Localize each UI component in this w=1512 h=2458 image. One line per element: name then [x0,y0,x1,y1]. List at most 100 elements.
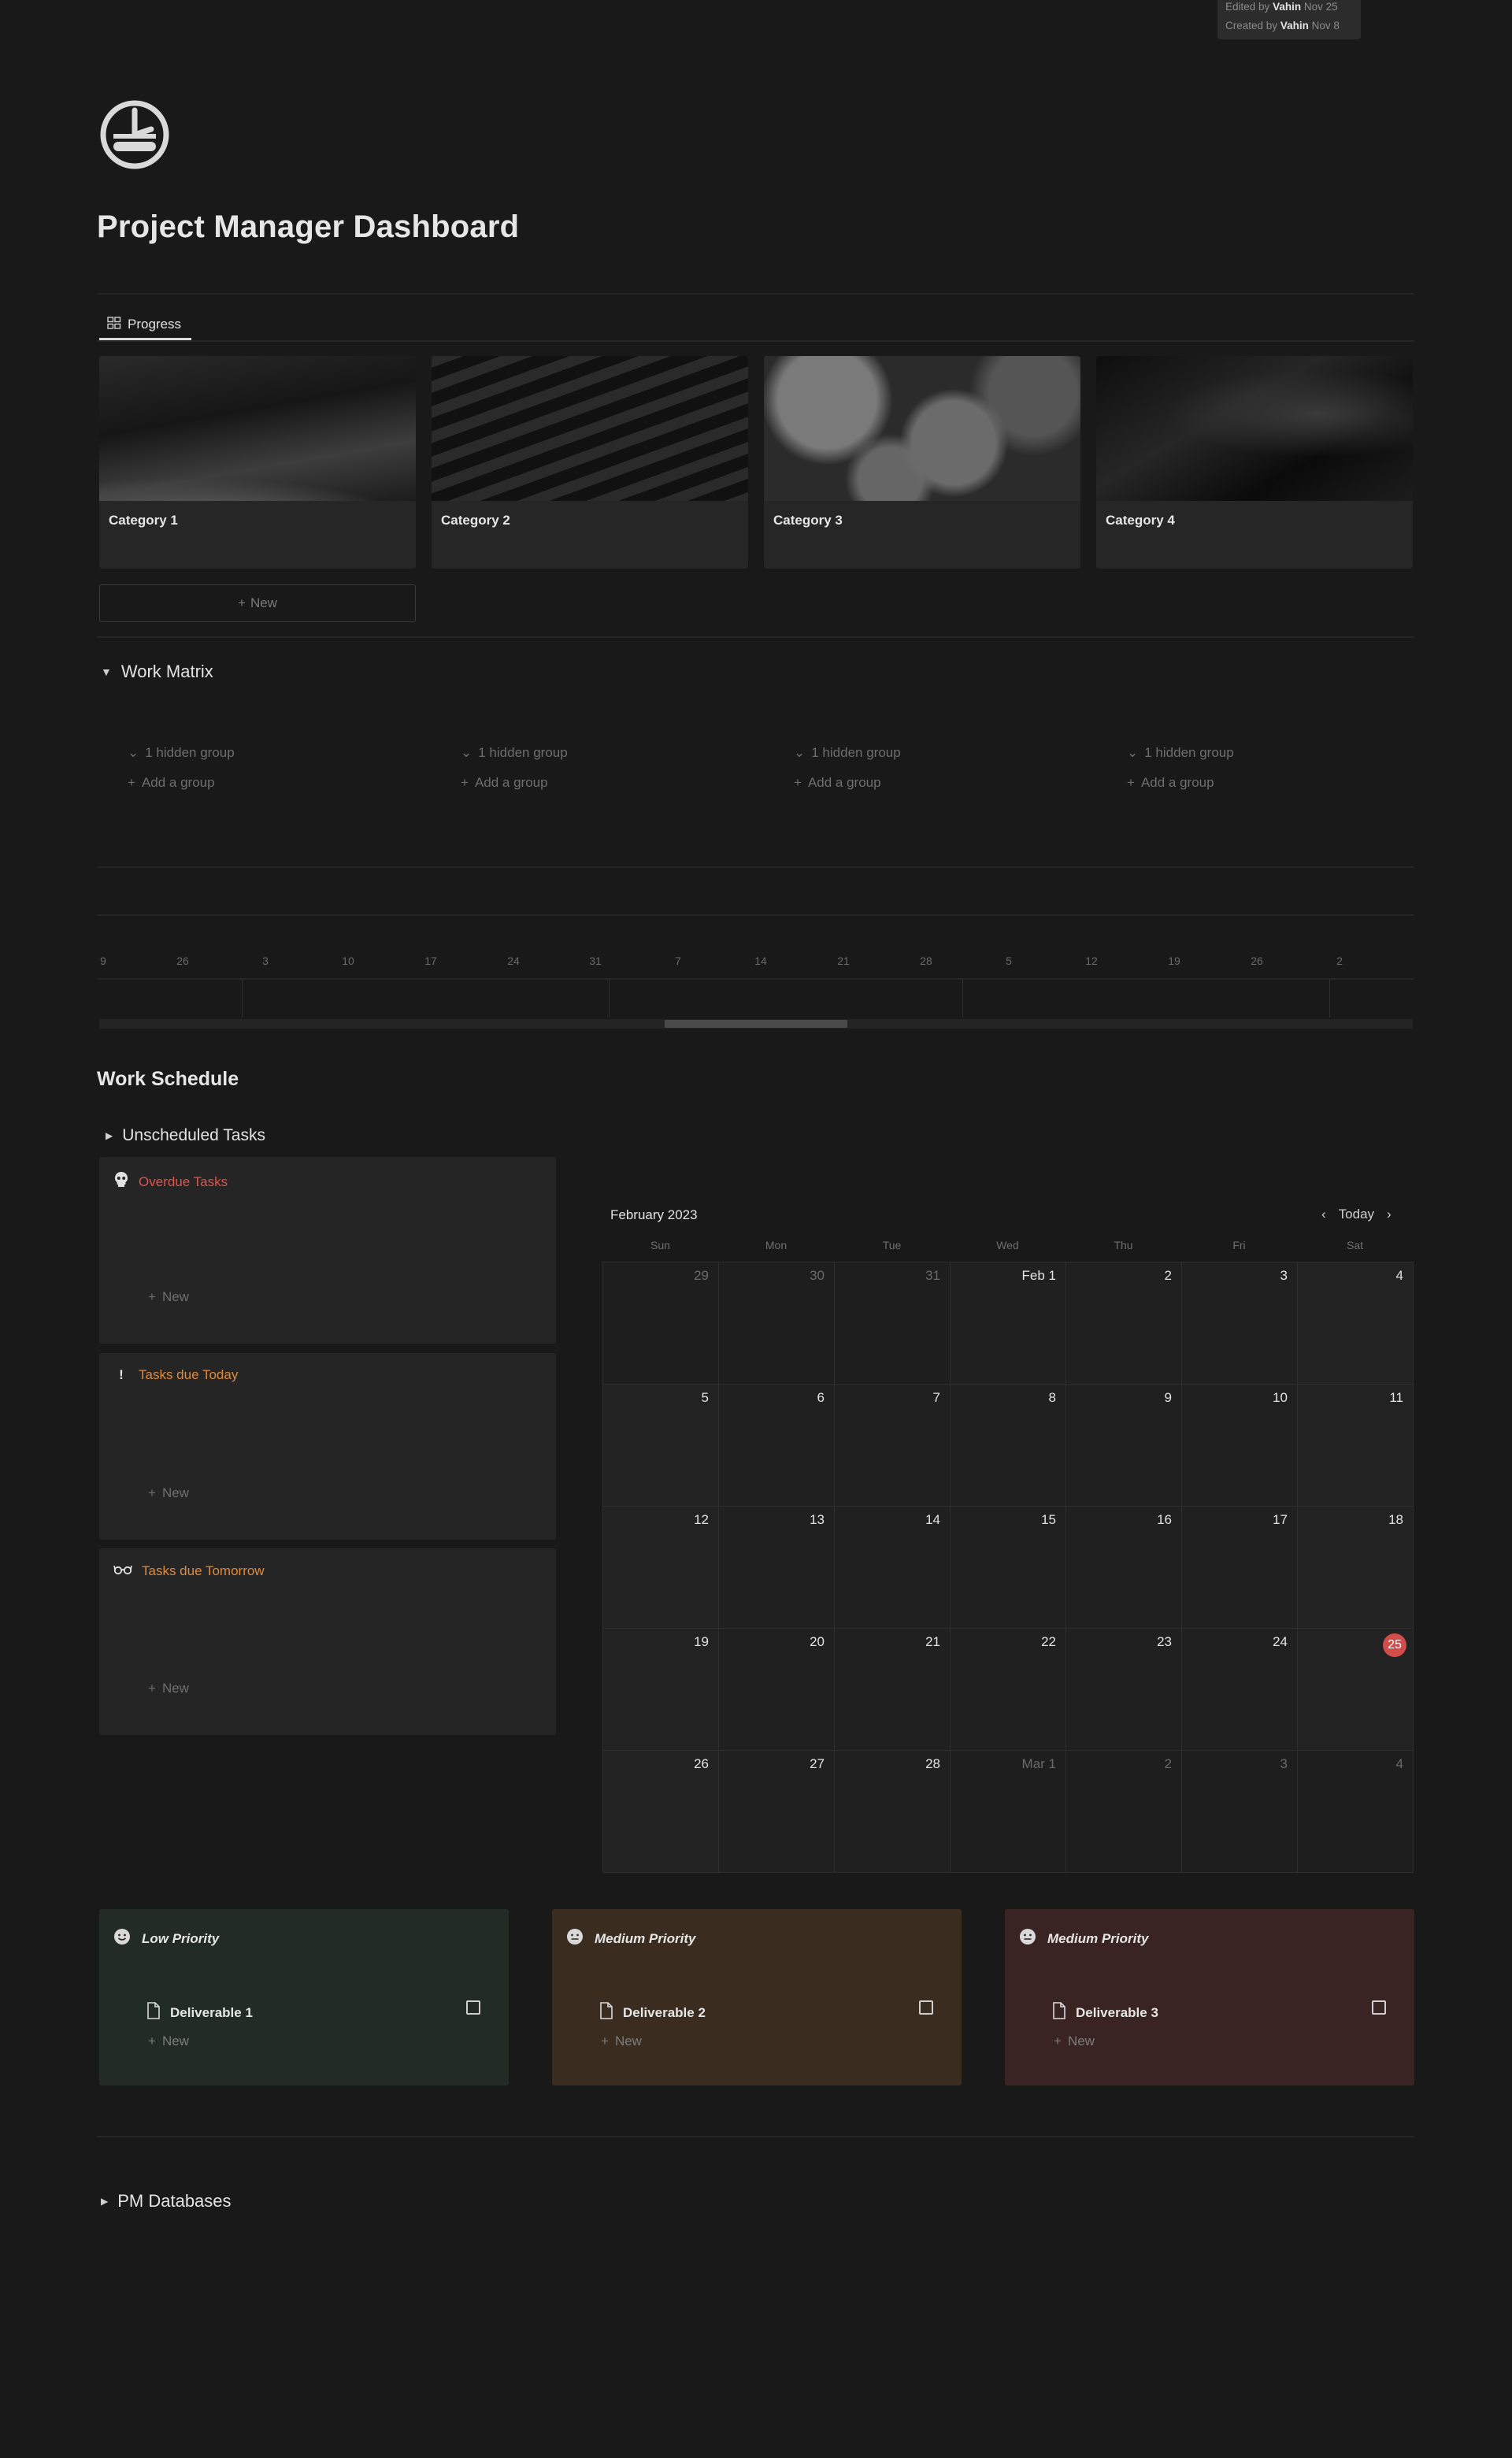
calendar-day-cell[interactable]: 14 [835,1507,951,1629]
calendar-day-cell[interactable]: 15 [951,1507,1066,1629]
calendar-day-cell[interactable]: 19 [603,1629,719,1751]
calendar-day-cell[interactable]: 9 [1066,1385,1182,1507]
calendar-day-cell[interactable]: 6 [719,1385,835,1507]
calendar-day-cell[interactable]: 12 [603,1507,719,1629]
new-item-button[interactable]: + New [601,2034,642,2049]
add-group-button[interactable]: + Add a group [128,775,235,791]
tasks-due-today-title[interactable]: ! Tasks due Today [113,1367,238,1383]
work-matrix-toggle[interactable]: ▼ Work Matrix [101,662,213,682]
calendar-day-cell[interactable]: Mar 1 [951,1751,1066,1873]
add-group-button[interactable]: + Add a group [461,775,568,791]
tab-progress[interactable]: Progress [99,309,189,340]
deliverable-item[interactable]: Deliverable 2 [599,2002,706,2023]
calendar-day-cell[interactable]: 24 [1182,1629,1298,1751]
calendar-day-cell[interactable]: 2 [1066,1262,1182,1385]
checkbox[interactable] [919,2000,933,2015]
hidden-group-toggle[interactable]: ⌄ 1 hidden group [461,745,568,761]
calendar-day-cell[interactable]: 21 [835,1629,951,1751]
calendar-day-cell[interactable]: 13 [719,1507,835,1629]
calendar-day-cell[interactable]: 29 [603,1262,719,1385]
calendar-day-cell[interactable]: 26 [603,1751,719,1873]
scrollbar-thumb[interactable] [665,1020,847,1028]
new-task-button[interactable]: + New [148,1289,189,1305]
chevron-down-icon: ⌄ [461,745,472,760]
card-cover-image [99,356,416,501]
timeline-gridline [242,980,243,1018]
unscheduled-tasks-toggle[interactable]: ▶ Unscheduled Tasks [106,1126,265,1145]
calendar-day-cell[interactable]: 3 [1182,1262,1298,1385]
calendar-day-cell[interactable]: Feb 1 [951,1262,1066,1385]
checkbox[interactable] [1372,2000,1386,2015]
calendar-day-cell[interactable]: 5 [603,1385,719,1507]
tasks-due-today-panel: ! Tasks due Today + New [99,1353,556,1540]
calendar-day-cell[interactable]: 28 [835,1751,951,1873]
new-task-button[interactable]: + New [148,1681,189,1696]
hidden-group-toggle[interactable]: ⌄ 1 hidden group [1127,745,1234,761]
priority-title[interactable]: Medium Priority [566,1928,695,1949]
dashboard-gauge-icon[interactable] [99,99,170,170]
tab-label: Progress [128,317,182,332]
low-priority-card: Low Priority Deliverable 1 + New [99,1909,509,2085]
timeline-tick: 2 [1336,955,1343,967]
new-item-button[interactable]: + New [1054,2034,1095,2049]
calendar-weekday-row: Sun Mon Tue Wed Thu Fri Sat [602,1239,1413,1251]
calendar-day-cell[interactable]: 11 [1298,1385,1414,1507]
smile-icon [113,1928,131,1949]
calendar-day-cell[interactable]: 17 [1182,1507,1298,1629]
timeline-tick: 3 [262,955,269,967]
new-task-button[interactable]: + New [148,1485,189,1501]
triangle-right-icon: ▶ [106,1130,113,1141]
calendar-day-cell[interactable]: 22 [951,1629,1066,1751]
weekday-label: Sat [1346,1239,1363,1251]
gallery-card[interactable]: Category 3 [764,356,1080,569]
calendar-day-cell[interactable]: 25 [1298,1629,1414,1751]
card-cover-image [764,356,1080,501]
chevron-left-icon[interactable]: ‹ [1321,1207,1326,1222]
hidden-group-toggle[interactable]: ⌄ 1 hidden group [128,745,235,761]
calendar-day-number: 4 [1395,1756,1403,1771]
chevron-right-icon[interactable]: › [1387,1207,1392,1222]
today-button[interactable]: Today [1339,1207,1374,1222]
add-group-button[interactable]: + Add a group [794,775,901,791]
priority-title[interactable]: Low Priority [113,1928,219,1949]
calendar-day-cell[interactable]: 3 [1182,1751,1298,1873]
deliverable-item[interactable]: Deliverable 3 [1052,2002,1158,2023]
calendar-day-cell[interactable]: 30 [719,1262,835,1385]
calendar-day-cell[interactable]: 18 [1298,1507,1414,1629]
calendar-day-cell[interactable]: 10 [1182,1385,1298,1507]
gallery-card[interactable]: Category 4 [1096,356,1413,569]
new-card-button[interactable]: + New [99,584,416,622]
calendar-day-number: 12 [694,1512,709,1527]
calendar-day-cell[interactable]: 27 [719,1751,835,1873]
calendar-day-cell[interactable]: 7 [835,1385,951,1507]
new-item-button[interactable]: + New [148,2034,189,2049]
tasks-due-tomorrow-title[interactable]: Tasks due Tomorrow [113,1563,265,1579]
pm-databases-toggle[interactable]: ▶ PM Databases [101,2191,232,2211]
timeline-gridline [1329,980,1330,1018]
gallery-card[interactable]: Category 1 [99,356,416,569]
calendar-day-cell[interactable]: 20 [719,1629,835,1751]
overdue-tasks-title[interactable]: Overdue Tasks [113,1171,228,1192]
calendar-day-cell[interactable]: 4 [1298,1751,1414,1873]
plus-icon: + [601,2034,609,2048]
deliverable-item[interactable]: Deliverable 1 [146,2002,253,2023]
priority-title[interactable]: Medium Priority [1019,1928,1148,1949]
plus-icon: + [461,775,469,790]
plus-icon: + [238,595,246,610]
calendar-day-cell[interactable]: 2 [1066,1751,1182,1873]
calendar-day-cell[interactable]: 31 [835,1262,951,1385]
hidden-group-toggle[interactable]: ⌄ 1 hidden group [794,745,901,761]
calendar-day-number: 2 [1164,1268,1172,1283]
checkbox[interactable] [466,2000,480,2015]
calendar-day-cell[interactable]: 4 [1298,1262,1414,1385]
calendar-day-number: 17 [1273,1512,1288,1527]
calendar-day-number: 14 [925,1512,940,1527]
calendar-day-cell[interactable]: 8 [951,1385,1066,1507]
calendar-day-number: 26 [694,1756,709,1771]
add-group-button[interactable]: + Add a group [1127,775,1234,791]
gallery-card[interactable]: Category 2 [432,356,748,569]
calendar-day-number: 11 [1389,1390,1403,1405]
calendar-day-cell[interactable]: 23 [1066,1629,1182,1751]
calendar-day-number: Mar 1 [1021,1756,1056,1771]
calendar-day-cell[interactable]: 16 [1066,1507,1182,1629]
